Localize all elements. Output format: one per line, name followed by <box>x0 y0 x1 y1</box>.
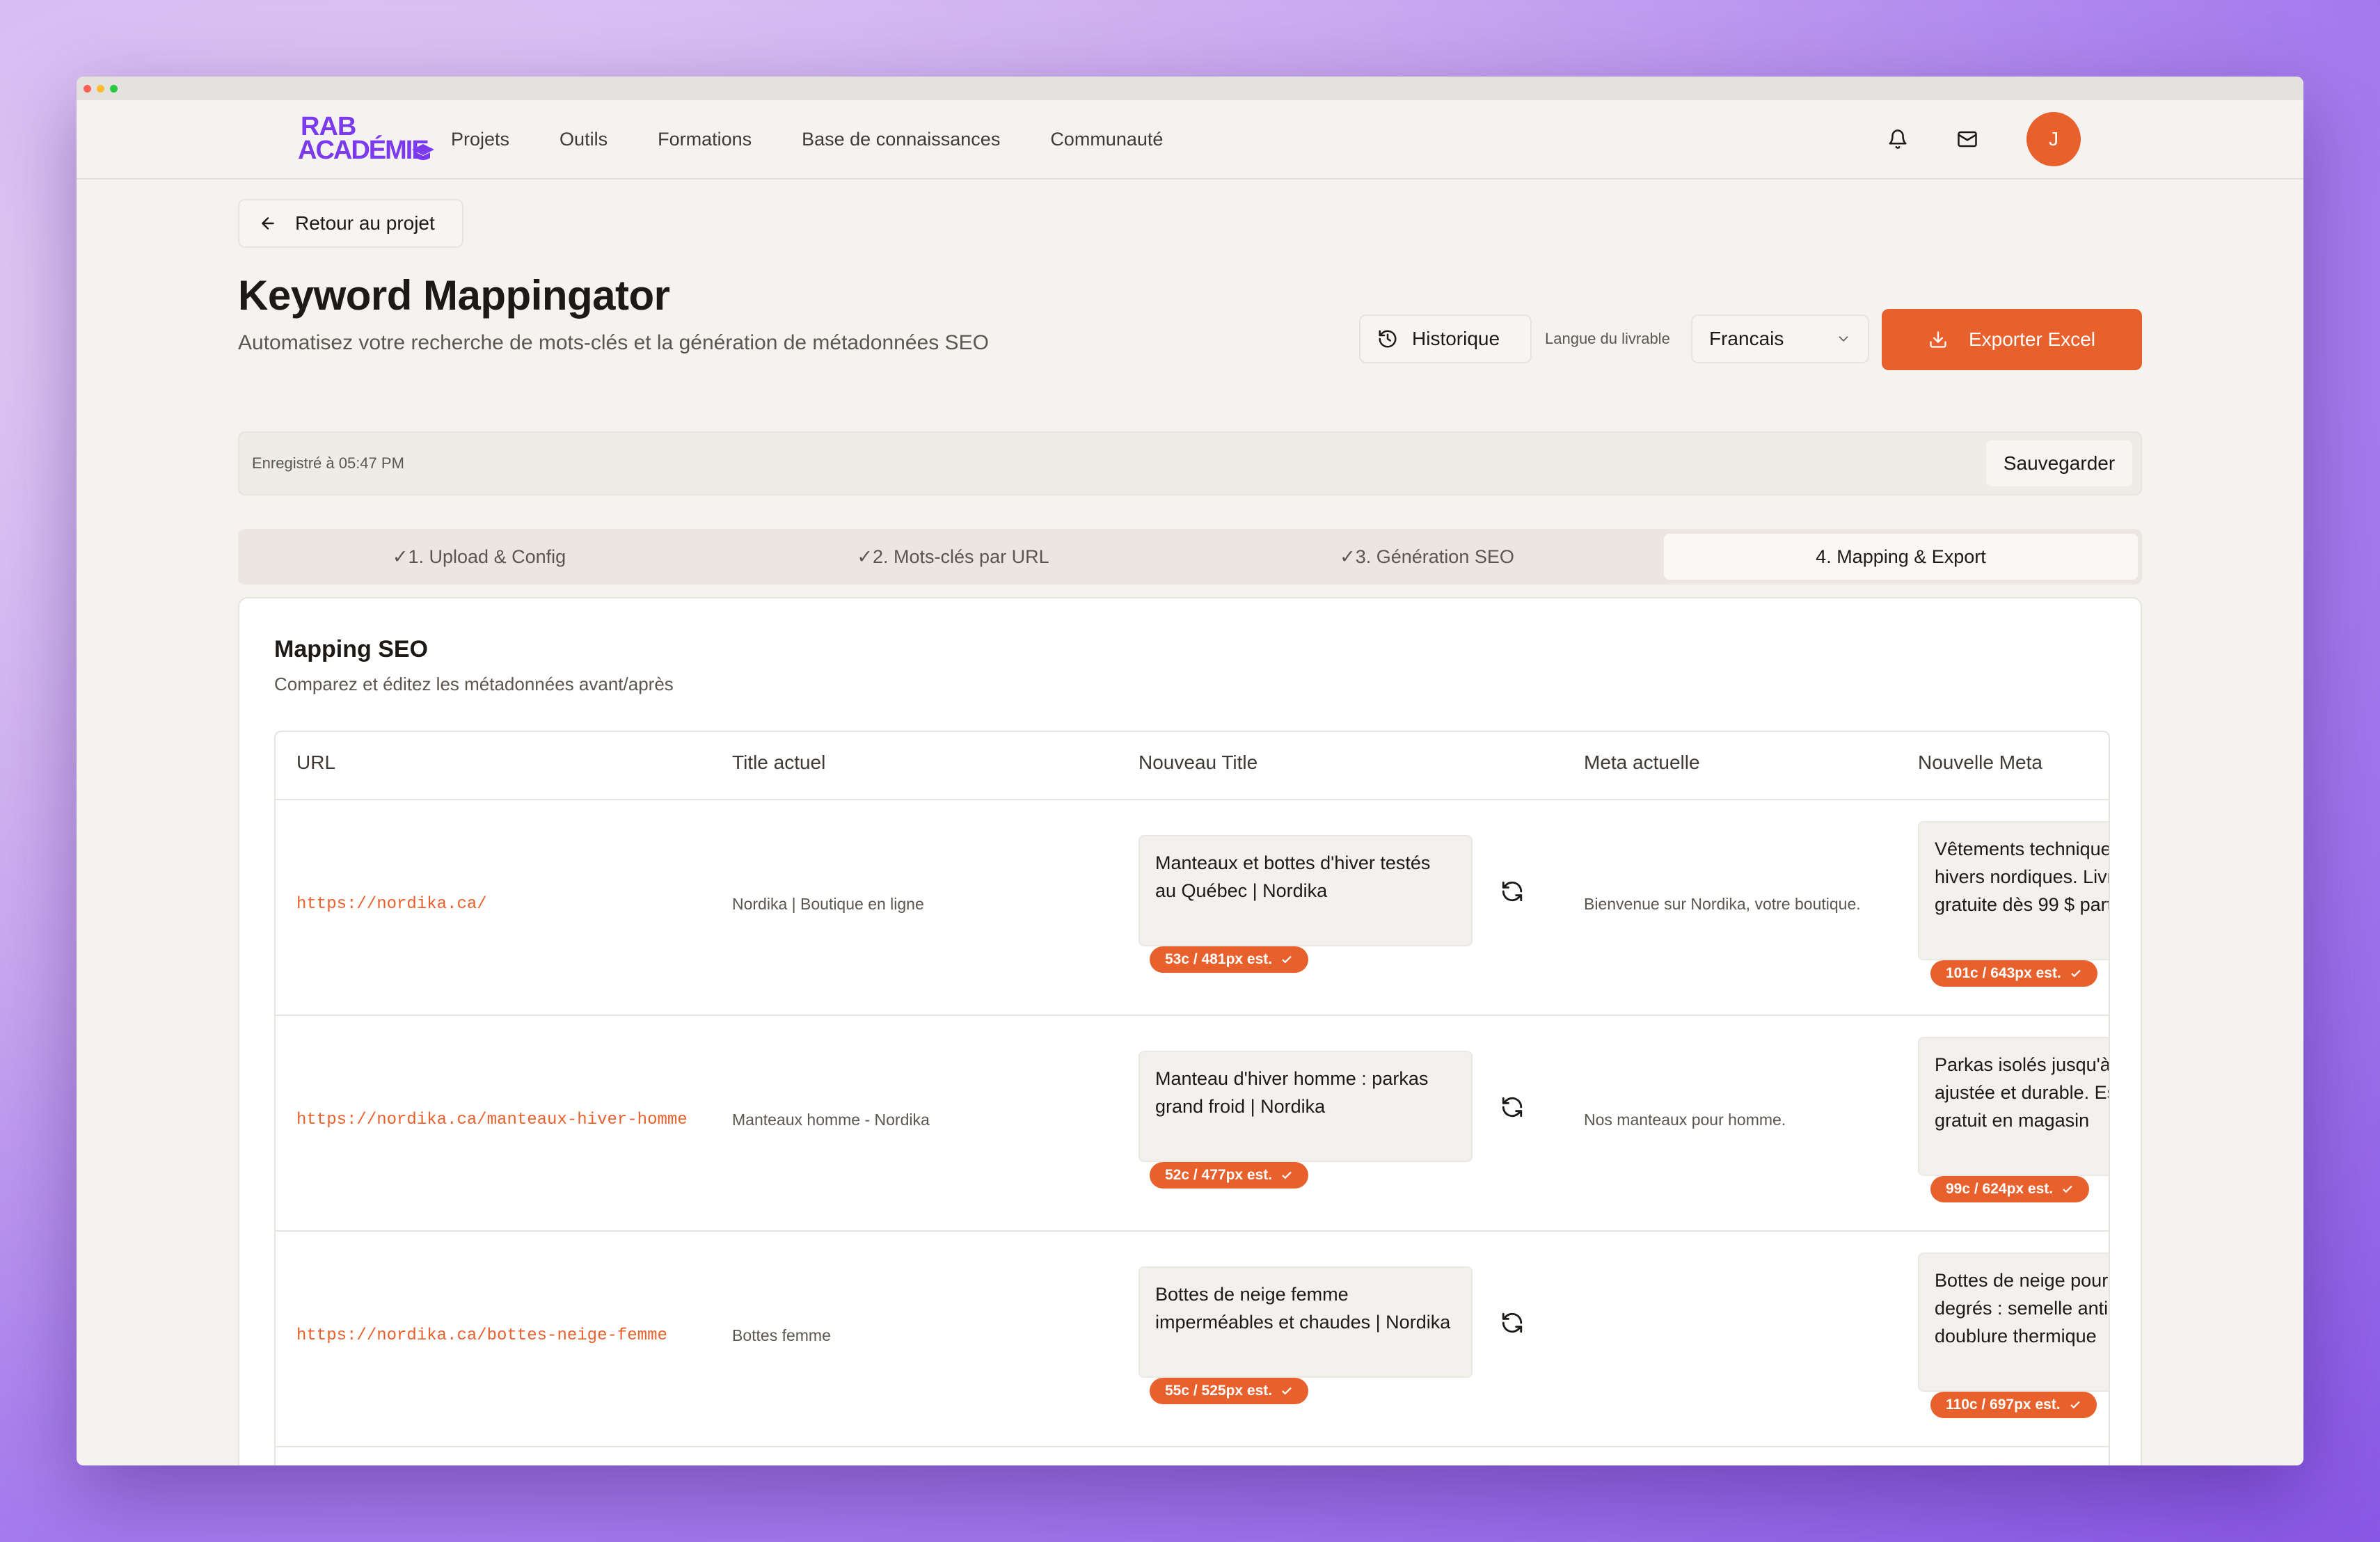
mail-icon[interactable] <box>1957 129 1978 150</box>
back-label: Retour au projet <box>295 212 435 234</box>
title-length-badge: 55c / 525px est. <box>1150 1378 1309 1404</box>
col-nouveau-title: Nouveau Title <box>1139 752 1258 773</box>
new-meta-input[interactable]: Parkas isolés jusqu'à -40, coupe ajustée… <box>1918 1037 2109 1176</box>
nav-formations[interactable]: Formations <box>658 129 752 150</box>
new-title-input[interactable]: Manteaux et bottes d'hiver testés au Qué… <box>1139 835 1473 946</box>
badge-text: 101c / 643px est. <box>1946 965 2061 981</box>
table-row: https://nordika.ca/ Nordika | Boutique e… <box>276 799 2109 1016</box>
nav-outils[interactable]: Outils <box>560 129 608 150</box>
table-header: URL Title actuel Nouveau Title Meta actu… <box>276 732 2109 800</box>
language-value: Francais <box>1709 328 1784 349</box>
tab-generation-seo[interactable]: ✓3. Génération SEO <box>1190 534 1664 580</box>
nav-base-de-connaissances[interactable]: Base de connaissances <box>802 129 1000 150</box>
badge-text: 52c / 477px est. <box>1165 1167 1273 1183</box>
meta-length-badge: 101c / 643px est. <box>1930 960 2097 987</box>
meta-length-badge: 110c / 697px est. <box>1930 1392 2097 1418</box>
row-url[interactable]: https://nordika.ca/bottes-neige-femme <box>296 1326 667 1345</box>
graduation-cap-icon <box>412 144 434 160</box>
check-icon <box>2063 1185 2072 1193</box>
check-icon <box>1282 1171 1292 1179</box>
badge-text: 110c / 697px est. <box>1946 1397 2061 1413</box>
col-url: URL <box>296 752 336 773</box>
row-url[interactable]: https://nordika.ca/manteaux-hiver-homme <box>296 1111 688 1129</box>
steps-tabs: ✓1. Upload & Config ✓2. Mots-clés par UR… <box>238 529 2142 585</box>
avatar-initial: J <box>2049 128 2058 150</box>
page-subtitle: Automatisez votre recherche de mots-clés… <box>238 331 989 354</box>
export-excel-button[interactable]: Exporter Excel <box>1882 309 2142 370</box>
arrow-left-icon <box>262 217 274 230</box>
mapping-table: URL Title actuel Nouveau Title Meta actu… <box>274 731 2110 1465</box>
row-meta-current: Nos manteaux pour homme. <box>1584 1111 1786 1129</box>
badge-text: 55c / 525px est. <box>1165 1383 1273 1399</box>
rab-academie-logo[interactable]: RAB ACADÉMIE <box>298 113 434 165</box>
window-titlebar <box>77 77 2303 100</box>
badge-text: 53c / 481px est. <box>1165 951 1273 967</box>
user-avatar[interactable]: J <box>2026 112 2081 166</box>
badge-text: 99c / 624px est. <box>1946 1181 2054 1197</box>
chevron-down-icon <box>1839 336 1848 342</box>
new-meta-input[interactable]: Vêtements techniques pour les hivers nor… <box>1918 821 2109 960</box>
maximize-window-button[interactable] <box>110 84 118 93</box>
language-select[interactable]: Francais <box>1691 315 1869 363</box>
col-meta-actuelle: Meta actuelle <box>1584 752 1700 773</box>
tab-mots-cles-par-url[interactable]: ✓2. Mots-clés par URL <box>716 534 1190 580</box>
export-label: Exporter Excel <box>1968 328 2096 350</box>
title-length-badge: 53c / 481px est. <box>1150 946 1309 973</box>
save-status-bar: Enregistré à 05:47 PM Sauvegarder <box>238 431 2142 495</box>
mapping-title: Mapping SEO <box>274 636 428 662</box>
logo-line2: ACADÉMIE <box>298 136 429 165</box>
browser-window: RAB ACADÉMIE Projets Outils Formations B… <box>77 77 2303 1465</box>
row-title-current: Bottes femme <box>732 1326 831 1344</box>
row-title-current: Nordika | Boutique en ligne <box>732 895 924 913</box>
row-url[interactable]: https://nordika.ca/ <box>296 895 487 914</box>
page-title: Keyword Mappingator <box>238 272 670 319</box>
nav-projets[interactable]: Projets <box>451 129 509 150</box>
save-button[interactable]: Sauvegarder <box>1986 440 2132 486</box>
nav-actions: J <box>1887 112 2081 166</box>
history-icon <box>1379 330 1397 348</box>
table-row: https://nordika.ca/bottes-neige-femme Bo… <box>276 1230 2109 1447</box>
title-length-badge: 52c / 477px est. <box>1150 1162 1309 1189</box>
mapping-subtitle: Comparez et éditez les métadonnées avant… <box>274 674 674 694</box>
minimize-window-button[interactable] <box>97 84 104 93</box>
main-nav: Projets Outils Formations Base de connai… <box>451 129 1887 150</box>
meta-length-badge: 99c / 624px est. <box>1930 1176 2090 1202</box>
check-icon <box>1282 955 1292 964</box>
col-title-actuel: Title actuel <box>732 752 826 773</box>
regenerate-icon[interactable] <box>1500 880 1524 903</box>
mapping-card: Mapping SEO Comparez et éditez les métad… <box>238 597 2142 1465</box>
check-icon <box>2071 969 2081 978</box>
check-icon <box>1282 1387 1292 1395</box>
back-to-project-button[interactable]: Retour au projet <box>238 199 463 248</box>
new-title-input[interactable]: Manteau d'hiver homme : parkas grand fro… <box>1139 1051 1473 1162</box>
language-label: Langue du livrable <box>1545 330 1670 347</box>
new-title-input[interactable]: Bottes de neige femme imperméables et ch… <box>1139 1266 1473 1378</box>
regenerate-icon[interactable] <box>1500 1311 1524 1335</box>
download-icon <box>1930 331 1946 348</box>
table-row: https://nordika.ca/manteaux-hiver-homme … <box>276 1015 2109 1232</box>
close-window-button[interactable] <box>84 84 91 93</box>
bell-icon[interactable] <box>1887 129 1908 150</box>
tab-mapping-export[interactable]: 4. Mapping & Export <box>1664 534 2138 580</box>
new-meta-input[interactable]: Bottes de neige pour femme, -30 degrés :… <box>1918 1253 2109 1392</box>
saved-timestamp: Enregistré à 05:47 PM <box>252 454 404 472</box>
history-button[interactable]: Historique <box>1359 315 1532 363</box>
nav-communaute[interactable]: Communauté <box>1050 129 1163 150</box>
tab-upload-config[interactable]: ✓1. Upload & Config <box>242 534 716 580</box>
regenerate-icon[interactable] <box>1500 1095 1524 1119</box>
row-meta-current: Bienvenue sur Nordika, votre boutique. <box>1584 895 1861 913</box>
row-title-current: Manteaux homme - Nordika <box>732 1111 930 1129</box>
history-label: Historique <box>1412 328 1500 349</box>
col-nouvelle-meta: Nouvelle Meta <box>1918 752 2042 773</box>
top-navbar: RAB ACADÉMIE Projets Outils Formations B… <box>77 100 2303 180</box>
check-icon <box>2070 1401 2080 1409</box>
